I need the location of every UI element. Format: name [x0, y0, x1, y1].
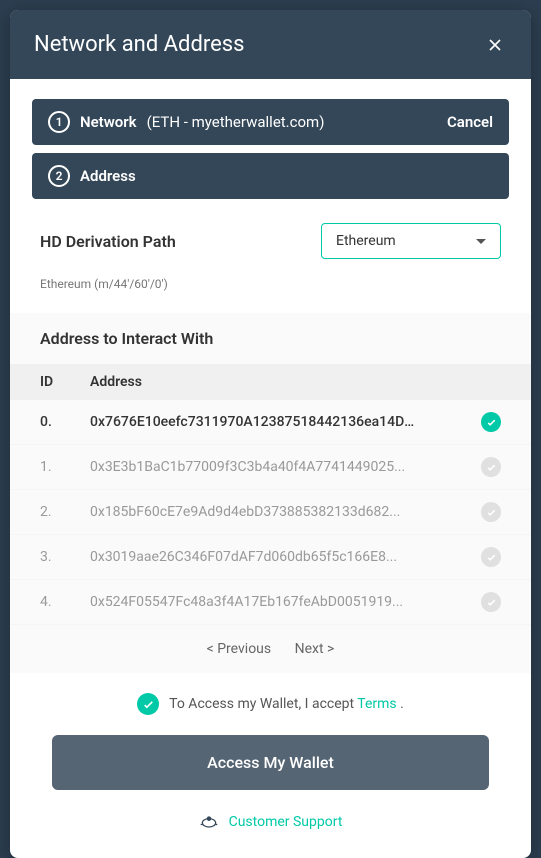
terms-dot: .: [397, 696, 404, 712]
modal-header: Network and Address: [10, 10, 531, 79]
address-row[interactable]: 4.0x524F05547Fc48a3f4A17Eb167feAbD005191…: [10, 580, 531, 625]
address-value: 0x185bF60cE7e9Ad9d4ebD373885382133d682..…: [90, 504, 420, 520]
modal-body: 1 Network (ETH - myetherwallet.com) Canc…: [10, 79, 531, 858]
support-icon: [199, 814, 219, 830]
step-address-label: Address: [80, 167, 136, 185]
step-network-left: 1 Network (ETH - myetherwallet.com): [48, 111, 324, 133]
address-section-title: Address to Interact With: [10, 313, 531, 364]
address-row[interactable]: 0.0x7676E10eefc7311970A12387518442136ea1…: [10, 400, 531, 445]
hd-path-text: Ethereum (m/44'/60'/0'): [32, 267, 509, 313]
support-text: Customer Support: [229, 814, 343, 830]
address-select-check[interactable]: [481, 502, 501, 522]
cancel-button[interactable]: Cancel: [447, 113, 493, 131]
address-table-head: ID Address: [10, 364, 531, 400]
pagination: < Previous Next >: [10, 625, 531, 673]
col-address-header: Address: [90, 374, 501, 390]
address-value: 0x3019aae26C346F07dAF7d060db65f5c166E8..…: [90, 549, 420, 565]
address-list: 0.0x7676E10eefc7311970A12387518442136ea1…: [10, 400, 531, 625]
address-id: 2.: [40, 504, 90, 520]
address-value: 0x7676E10eefc7311970A12387518442136ea14D…: [90, 414, 420, 430]
modal-title: Network and Address: [34, 32, 244, 57]
customer-support-link[interactable]: Customer Support: [32, 814, 509, 830]
address-select-check[interactable]: [481, 412, 501, 432]
address-select-check[interactable]: [481, 547, 501, 567]
address-value: 0x3E3b1BaC1b77009f3C3b4a40f4A7741449025.…: [90, 459, 420, 475]
terms-text-container: To Access my Wallet, I accept Terms .: [169, 696, 404, 712]
address-row[interactable]: 1.0x3E3b1BaC1b77009f3C3b4a40f4A774144902…: [10, 445, 531, 490]
hd-derivation-section: HD Derivation Path Ethereum: [32, 223, 509, 259]
step-network-sub: (ETH - myetherwallet.com): [147, 113, 325, 131]
close-button[interactable]: [483, 33, 507, 57]
modal-dialog: Network and Address 1 Network (ETH - mye…: [10, 10, 531, 858]
address-section: Address to Interact With ID Address 0.0x…: [10, 313, 531, 673]
address-value: 0x524F05547Fc48a3f4A17Eb167feAbD0051919.…: [90, 594, 420, 610]
address-id: 1.: [40, 459, 90, 475]
terms-row: To Access my Wallet, I accept Terms .: [32, 693, 509, 715]
check-icon: [142, 698, 155, 711]
check-icon: [486, 507, 497, 518]
address-select-check[interactable]: [481, 457, 501, 477]
check-icon: [486, 417, 497, 428]
check-icon: [486, 552, 497, 563]
step-address-left: 2 Address: [48, 165, 136, 187]
hd-dropdown-value: Ethereum: [336, 233, 396, 249]
step-network-label: Network: [80, 113, 137, 131]
address-select-check[interactable]: [481, 592, 501, 612]
hd-dropdown[interactable]: Ethereum: [321, 223, 501, 259]
access-wallet-button[interactable]: Access My Wallet: [52, 735, 489, 790]
check-icon: [486, 597, 497, 608]
chevron-down-icon: [476, 239, 486, 244]
address-row[interactable]: 3.0x3019aae26C346F07dAF7d060db65f5c166E8…: [10, 535, 531, 580]
address-id: 0.: [40, 414, 90, 430]
terms-link[interactable]: Terms: [357, 696, 396, 712]
hd-label: HD Derivation Path: [40, 232, 176, 251]
address-id: 4.: [40, 594, 90, 610]
step-number-1: 1: [48, 111, 70, 133]
step-number-2: 2: [48, 165, 70, 187]
terms-text: To Access my Wallet, I accept: [169, 696, 357, 712]
next-button[interactable]: Next >: [295, 641, 335, 657]
address-row[interactable]: 2.0x185bF60cE7e9Ad9d4ebD373885382133d682…: [10, 490, 531, 535]
address-id: 3.: [40, 549, 90, 565]
prev-button[interactable]: < Previous: [207, 641, 271, 657]
terms-checkbox[interactable]: [137, 693, 159, 715]
check-icon: [486, 462, 497, 473]
step-address[interactable]: 2 Address: [32, 153, 509, 199]
step-network[interactable]: 1 Network (ETH - myetherwallet.com) Canc…: [32, 99, 509, 145]
close-icon: [485, 35, 505, 55]
col-id-header: ID: [40, 374, 90, 390]
